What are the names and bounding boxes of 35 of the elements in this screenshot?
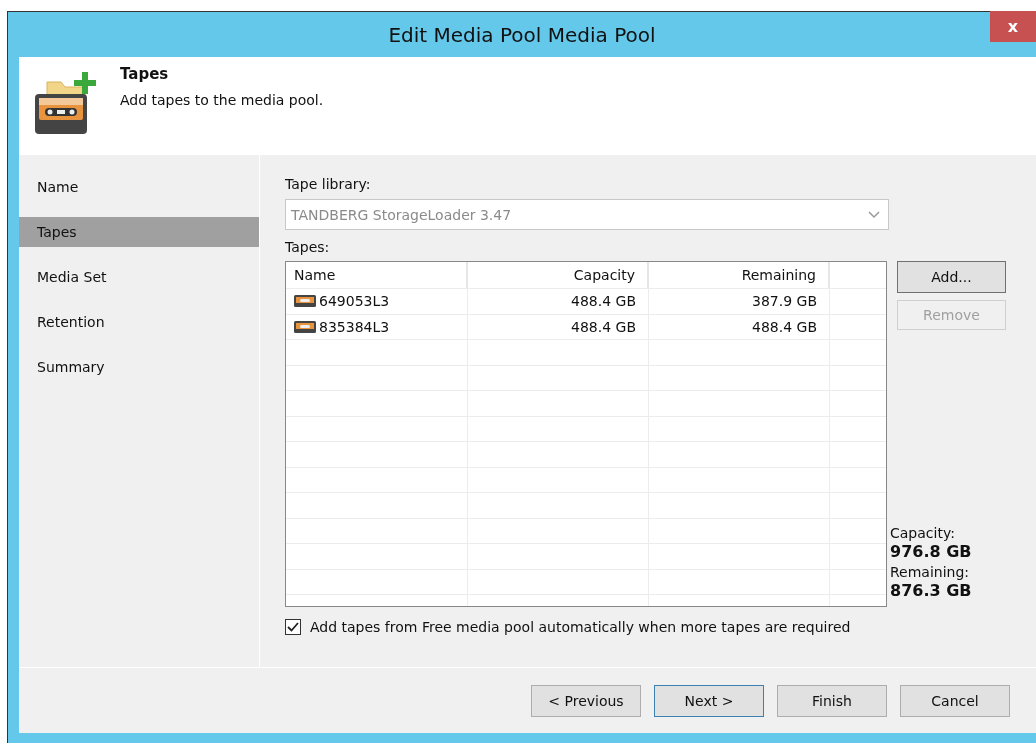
table-cell: 835384L3	[319, 318, 390, 335]
window-title: Edit Media Pool Media Pool	[388, 22, 656, 47]
checkbox[interactable]	[285, 619, 301, 635]
total-label: Remaining:	[890, 564, 971, 581]
total-value: 976.8 GB	[890, 542, 972, 561]
tape-icon	[294, 295, 316, 308]
sidebar-item[interactable]: Tapes	[19, 217, 259, 247]
wizard-button[interactable]: Finish	[777, 685, 887, 717]
wizard-button[interactable]: Cancel	[900, 685, 1010, 717]
column-header[interactable]: Capacity	[468, 262, 649, 288]
close-button[interactable]: x	[990, 11, 1036, 42]
total-value: 876.3 GB	[890, 581, 972, 600]
sidebar-item[interactable]: Media Set	[19, 262, 259, 292]
table-cell: 649053L3	[319, 293, 390, 310]
field-label: Tape library:	[285, 175, 371, 193]
table-cell: 488.4 GB	[571, 293, 636, 310]
total-label: Capacity:	[890, 525, 956, 542]
table-cell: 488.4 GB	[752, 318, 817, 335]
tape-icon	[294, 320, 316, 333]
tape-folder-icon	[33, 72, 99, 136]
table-action-button[interactable]: Add...	[897, 261, 1006, 293]
table-cell: 387.9 GB	[752, 293, 817, 310]
wizard-button[interactable]: < Previous	[531, 685, 641, 717]
page-title: Tapes	[120, 65, 170, 83]
chevron-down-icon	[868, 210, 880, 219]
sidebar-item[interactable]: Summary	[19, 352, 259, 382]
field-label: Tapes:	[285, 238, 330, 256]
sidebar-item[interactable]: Retention	[19, 307, 259, 337]
page-subtitle: Add tapes to the media pool.	[120, 92, 324, 108]
checkbox-label[interactable]: Add tapes from Free media pool automatically when more tapes are required	[310, 619, 851, 635]
sidebar-item[interactable]: Name	[19, 172, 259, 202]
wizard-button[interactable]: Next >	[654, 685, 764, 717]
table-cell: 488.4 GB	[571, 318, 636, 335]
column-header[interactable]: Name	[286, 262, 468, 288]
column-header[interactable]: Remaining	[649, 262, 830, 288]
